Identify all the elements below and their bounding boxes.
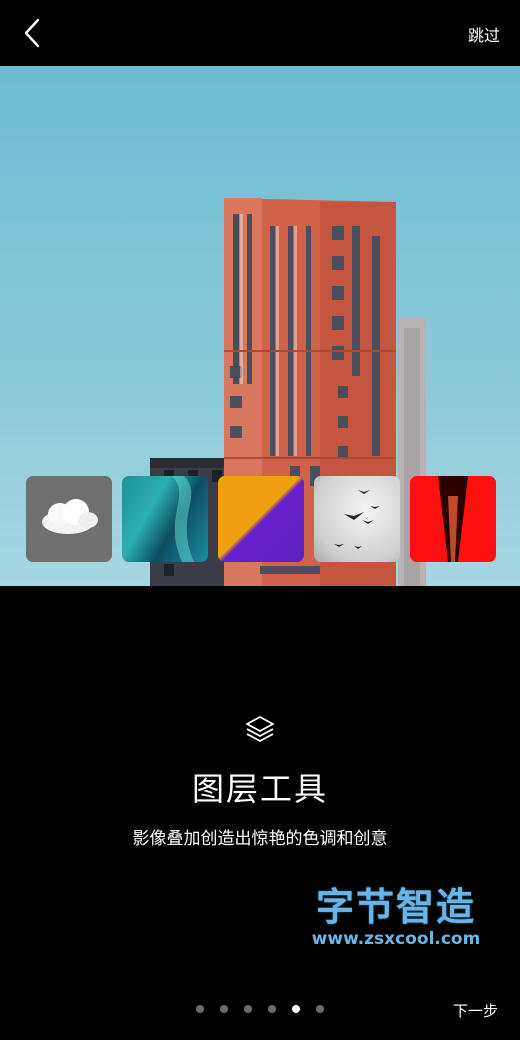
- thumbnail-cloud[interactable]: [26, 476, 112, 562]
- page-dot[interactable]: [244, 1005, 252, 1013]
- tunnel-icon: [438, 476, 468, 562]
- watermark-url: www.zsxcool.com: [311, 929, 481, 949]
- thumbnail-gradient[interactable]: [218, 476, 304, 562]
- cloud-icon: [42, 499, 98, 534]
- page-dot[interactable]: [268, 1005, 276, 1013]
- page-dot-active[interactable]: [292, 1005, 300, 1013]
- skip-button[interactable]: 跳过: [468, 22, 500, 46]
- birds-icon: [334, 490, 380, 549]
- layers-icon: [246, 716, 274, 742]
- page-dot[interactable]: [316, 1005, 324, 1013]
- next-step-button[interactable]: 下一步: [453, 1000, 498, 1021]
- thumbnail-red-tunnel[interactable]: [410, 476, 496, 562]
- layer-thumbnails: [26, 476, 496, 562]
- page-dot[interactable]: [220, 1005, 228, 1013]
- preview-image: [0, 66, 520, 586]
- watermark: 字节智造 www.zsxcool.com: [306, 886, 486, 950]
- back-arrow-icon[interactable]: [18, 16, 50, 50]
- page-dot[interactable]: [196, 1005, 204, 1013]
- thumbnail-birds[interactable]: [314, 476, 400, 562]
- aurora-icon: [172, 476, 194, 562]
- feature-title: 图层工具: [191, 770, 328, 808]
- watermark-brand: 字节智造: [315, 885, 476, 929]
- thumbnail-aurora[interactable]: [122, 476, 208, 562]
- feature-subtitle: 影像叠加创造出惊艳的色调和创意: [132, 829, 388, 849]
- top-bar: 跳过: [0, 0, 520, 66]
